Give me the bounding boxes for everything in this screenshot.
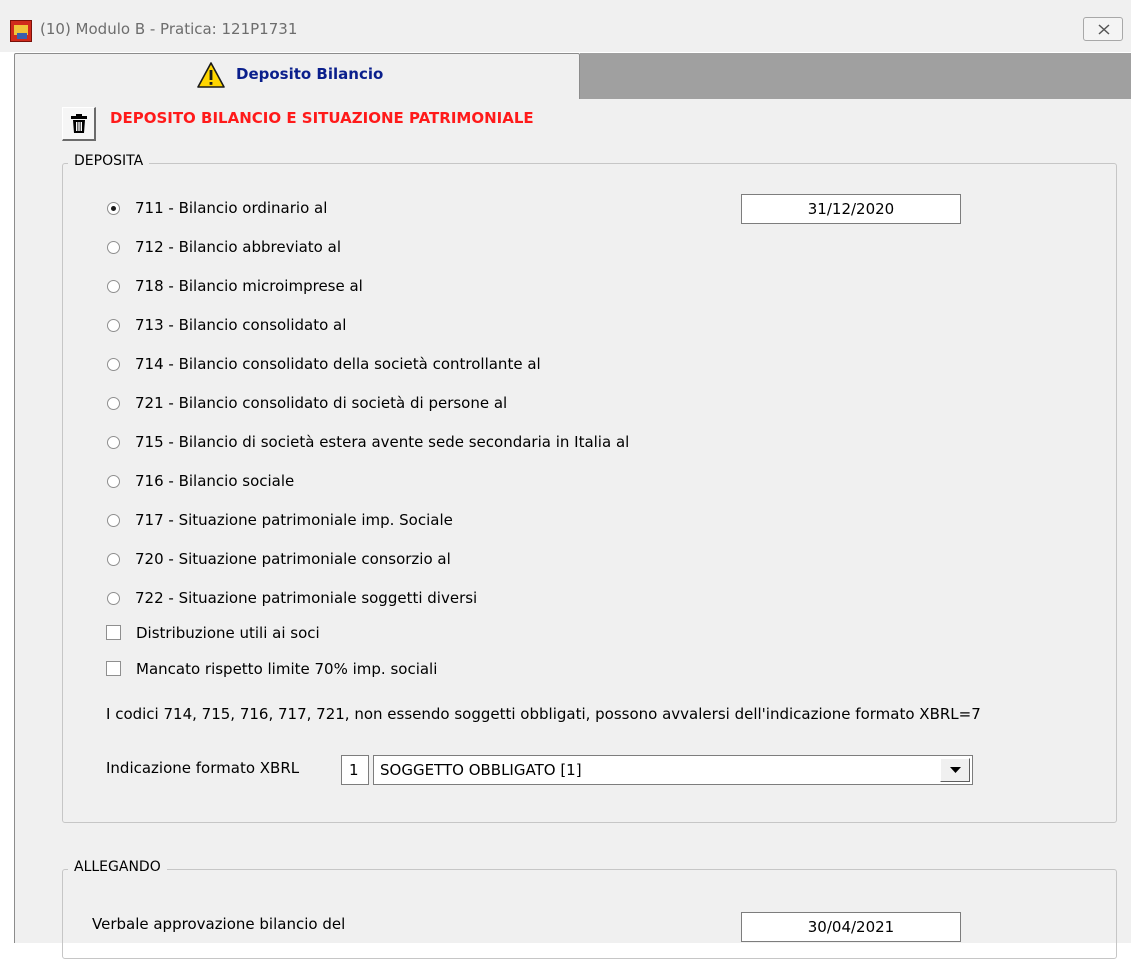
radio-label: 712 - Bilancio abbreviato al — [135, 238, 341, 256]
radio-label: 716 - Bilancio sociale — [135, 472, 295, 490]
radio-button[interactable] — [107, 280, 120, 293]
radio-button[interactable] — [107, 436, 120, 449]
close-button[interactable] — [1083, 17, 1123, 41]
radio-button[interactable] — [107, 358, 120, 371]
checkbox[interactable] — [106, 661, 121, 676]
trash-icon — [71, 114, 87, 133]
close-icon — [1098, 24, 1110, 35]
radio-label: 721 - Bilancio consolidato di società di… — [135, 394, 508, 412]
radio-button[interactable] — [107, 319, 120, 332]
radio-button[interactable] — [107, 397, 120, 410]
xbrl-note: I codici 714, 715, 716, 717, 721, non es… — [106, 705, 981, 723]
xbrl-label: Indicazione formato XBRL — [106, 759, 300, 777]
radio-button[interactable] — [107, 553, 120, 566]
window-title: (10) Modulo B - Pratica: 121P1731 — [40, 20, 298, 38]
checkbox-label: Distribuzione utili ai soci — [136, 624, 320, 642]
section-heading: DEPOSITO BILANCIO E SITUAZIONE PATRIMONI… — [110, 109, 534, 127]
xbrl-code-field[interactable]: 1 — [341, 755, 369, 785]
radio-button[interactable] — [107, 592, 120, 605]
radio-button[interactable] — [107, 241, 120, 254]
xbrl-select-value: SOGGETTO OBBLIGATO [1] — [380, 761, 582, 779]
deposita-legend: DEPOSITA — [68, 153, 150, 169]
allegando-legend: ALLEGANDO — [68, 859, 167, 875]
xbrl-dropdown-button[interactable] — [940, 758, 970, 782]
application-logo-icon — [10, 20, 32, 42]
tab-strip — [580, 53, 1131, 99]
radio-label: 713 - Bilancio consolidato al — [135, 316, 347, 334]
radio-label: 715 - Bilancio di società estera avente … — [135, 433, 630, 451]
radio-label: 714 - Bilancio consolidato della società… — [135, 355, 541, 373]
radio-label: 720 - Situazione patrimoniale consorzio … — [135, 550, 451, 568]
xbrl-format-select[interactable]: SOGGETTO OBBLIGATO [1] — [373, 755, 973, 785]
warning-icon — [197, 62, 225, 88]
radio-label: 718 - Bilancio microimprese al — [135, 277, 363, 295]
delete-button[interactable] — [62, 107, 96, 141]
deposita-groupbox — [62, 163, 1117, 823]
radio-label: 722 - Situazione patrimoniale soggetti d… — [135, 589, 478, 607]
tab-label: Deposito Bilancio — [236, 65, 384, 83]
checkbox-label: Mancato rispetto limite 70% imp. sociali — [136, 660, 438, 678]
radio-button[interactable] — [107, 514, 120, 527]
bilancio-date-field[interactable] — [741, 194, 961, 224]
checkbox[interactable] — [106, 625, 121, 640]
radio-button[interactable] — [107, 202, 120, 215]
verbale-date-field[interactable] — [741, 912, 961, 942]
radio-button[interactable] — [107, 475, 120, 488]
radio-label: 711 - Bilancio ordinario al — [135, 199, 328, 217]
verbale-label: Verbale approvazione bilancio del — [92, 915, 346, 933]
radio-label: 717 - Situazione patrimoniale imp. Socia… — [135, 511, 453, 529]
chevron-down-icon — [950, 767, 961, 773]
